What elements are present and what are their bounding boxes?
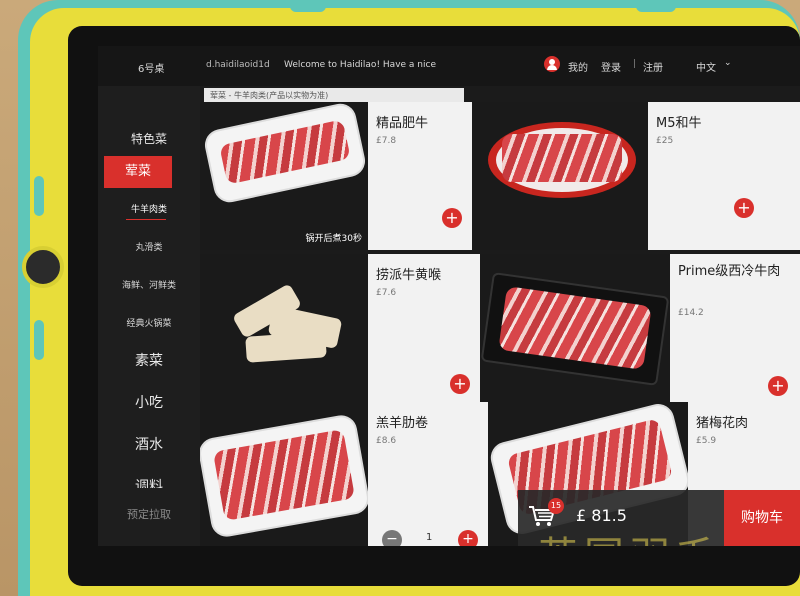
sidebar-item-snacks[interactable]: 小吃	[98, 392, 200, 412]
product-photo[interactable]	[200, 402, 368, 546]
product-grid: 锅开后煮30秒 精品肥牛 £7.8 + M5和牛 £25 + 捞派牛黄喉 £7.…	[200, 102, 800, 546]
watermark-text: 英国羽毛	[538, 524, 722, 546]
meat-image	[502, 134, 622, 182]
breadcrumb: 荤菜 - 牛羊肉类(产品以实物为准)	[204, 88, 464, 102]
quantity-decrement-button[interactable]: −	[382, 530, 402, 546]
reserve-button[interactable]: 预定拉取	[98, 506, 200, 522]
product-card[interactable]: 锅开后煮30秒 精品肥牛 £7.8 +	[200, 102, 500, 250]
product-info: 捞派牛黄喉 £7.6 +	[368, 254, 480, 402]
product-card[interactable]: Prime级西冷牛肉 £14.2 +	[480, 254, 800, 402]
product-price: £14.2	[678, 308, 704, 318]
case-corner-tab	[636, 0, 676, 12]
product-price: £7.8	[376, 136, 397, 146]
product-photo[interactable]: 锅开后煮30秒	[200, 102, 368, 250]
product-price: £7.6	[376, 288, 397, 298]
cooking-caption: 锅开后煮30秒	[305, 234, 362, 244]
app-screen: 6号桌 d.haidilaoid1d Welcome to Haidilao! …	[98, 46, 800, 546]
user-id: d.haidilaoid1d	[206, 60, 270, 70]
my-account-link[interactable]: 我的	[568, 59, 588, 74]
chevron-down-icon[interactable]: ⌄	[724, 58, 732, 68]
case-corner-tab	[290, 0, 326, 12]
quantity-increment-button[interactable]: +	[458, 530, 478, 546]
product-photo[interactable]	[480, 254, 670, 402]
product-name: Prime级西冷牛肉	[678, 264, 781, 279]
tablet-camera	[22, 246, 64, 288]
product-info: 羔羊肋卷 £8.6	[368, 402, 488, 546]
product-name: M5和牛	[656, 116, 702, 131]
sidebar-item-meat[interactable]: 荤菜	[104, 156, 172, 188]
sidebar-item-seafood[interactable]: 海鲜、河鲜类	[98, 278, 200, 291]
person-icon[interactable]	[544, 56, 560, 72]
add-to-cart-button[interactable]: +	[450, 374, 470, 394]
divider: |	[633, 59, 637, 69]
sidebar-item-beef-lamb[interactable]: 牛羊肉类	[98, 202, 200, 220]
register-link[interactable]: 注册	[643, 59, 663, 74]
product-info: M5和牛 £25 +	[648, 102, 800, 250]
login-link[interactable]: 登录	[601, 59, 621, 74]
product-info: 精品肥牛 £7.8 +	[368, 102, 472, 250]
product-photo[interactable]	[472, 102, 648, 250]
product-name: 捞派牛黄喉	[376, 268, 442, 283]
add-to-cart-button[interactable]: +	[768, 376, 788, 396]
category-sidebar: 特色菜 荤菜 牛羊肉类 丸滑类 海鲜、河鲜类 经典火锅菜 素菜 小吃 酒水 调料…	[98, 86, 200, 546]
product-photo[interactable]	[200, 254, 368, 402]
product-name: 羔羊肋卷	[376, 416, 429, 431]
sidebar-item-balls[interactable]: 丸滑类	[98, 240, 200, 253]
cart-count-badge: 15	[548, 498, 564, 514]
product-card[interactable]: 捞派牛黄喉 £7.6 +	[200, 254, 500, 402]
language-selector[interactable]: 中文	[696, 59, 716, 74]
product-card[interactable]: 羔羊肋卷 £8.6	[200, 402, 500, 546]
product-info: Prime级西冷牛肉 £14.2 +	[670, 254, 800, 402]
cart-button[interactable]: 购物车	[724, 490, 800, 546]
sidebar-item-classic[interactable]: 经典火锅菜	[98, 316, 200, 329]
tripe-image	[245, 331, 327, 363]
product-price: £8.6	[376, 436, 397, 446]
case-side-tab	[34, 176, 44, 216]
cart-total: £ 81.5	[576, 506, 627, 525]
table-number: 6号桌	[138, 64, 165, 75]
top-bar: 6号桌 d.haidilaoid1d Welcome to Haidilao! …	[98, 46, 800, 86]
sidebar-item-drinks[interactable]: 酒水	[98, 434, 200, 454]
product-name: 精品肥牛	[376, 116, 429, 131]
welcome-marquee: Welcome to Haidilao! Have a nice	[284, 60, 436, 70]
quantity-value: 1	[426, 532, 433, 543]
product-card[interactable]: M5和牛 £25 +	[472, 102, 800, 250]
sidebar-item-sauces[interactable]: 调料	[98, 476, 200, 488]
sidebar-item-vegetables[interactable]: 素菜	[98, 350, 200, 370]
add-to-cart-button[interactable]: +	[442, 208, 462, 228]
add-to-cart-button[interactable]: +	[734, 198, 754, 218]
product-price: £5.9	[696, 436, 717, 446]
product-price: £25	[656, 136, 674, 146]
product-name: 猪梅花肉	[696, 416, 749, 431]
case-side-tab	[34, 320, 44, 360]
sidebar-item-specialty[interactable]: 特色菜	[98, 130, 200, 147]
